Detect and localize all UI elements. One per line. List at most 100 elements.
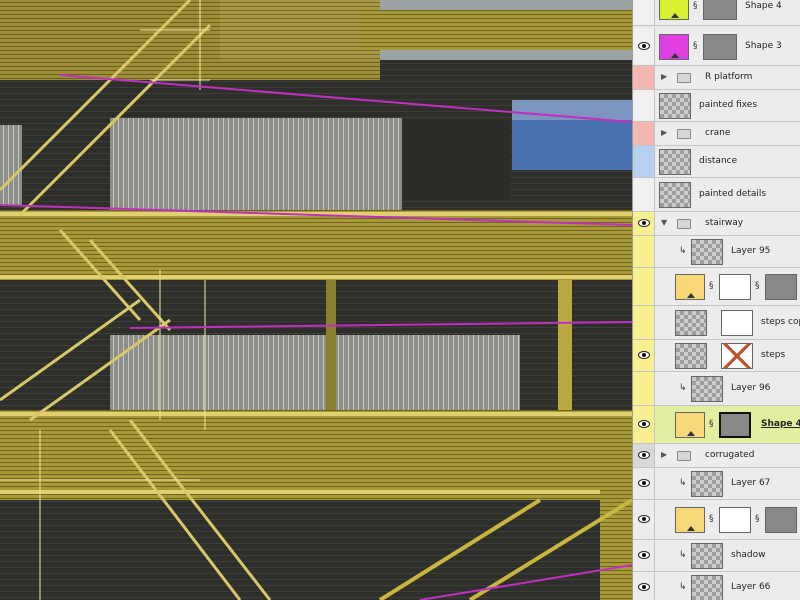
clipping-arrow-icon: ↳ [679,383,687,393]
link-icon: § [709,419,714,429]
layer-row[interactable]: ↳ Layer 67 [633,468,800,500]
layer-mask-thumbnail [721,310,753,336]
disclosure-closed-icon[interactable]: ▶ [661,128,667,137]
layer-row[interactable]: § Shape 3 [633,28,800,66]
visibility-toggle[interactable] [633,122,655,145]
visibility-toggle[interactable] [633,306,655,339]
layer-name: painted details [699,189,767,199]
layer-thumbnail [691,543,723,569]
visibility-toggle[interactable] [633,372,655,405]
visibility-toggle[interactable] [633,340,655,371]
layers-panel: § Shape 4 § Shape 3 ▶ R platform painted fixes… [632,0,800,600]
vector-mask-thumbnail [703,34,737,60]
vector-mask-thumbnail [703,0,737,20]
layer-name: crane [705,128,731,138]
visibility-toggle[interactable] [633,0,655,25]
layer-row[interactable]: § § [633,268,800,306]
visibility-toggle[interactable] [633,236,655,267]
layer-name: Shape 48 [761,419,800,429]
layer-row[interactable]: ↳ shadow [633,540,800,572]
layer-row[interactable]: ▶ corrugated [633,444,800,468]
folder-icon [677,451,691,461]
clipping-arrow-icon: ↳ [679,582,687,592]
visibility-toggle[interactable] [633,406,655,443]
layer-row[interactable]: § § [633,500,800,540]
shape-fill-thumbnail [659,0,689,20]
eye-icon [638,420,650,428]
visibility-toggle[interactable] [633,444,655,467]
layer-thumbnail [659,93,691,119]
fill-layer-thumbnail [675,274,705,300]
link-icon: § [709,514,714,524]
layer-thumbnail [691,376,723,402]
layer-name: Layer 67 [731,478,771,488]
visibility-toggle[interactable] [633,468,655,499]
layer-name: steps cop [761,317,800,327]
layer-thumbnail [691,575,723,600]
link-icon: § [755,514,760,524]
disclosure-closed-icon[interactable]: ▶ [661,450,667,459]
eye-icon [638,451,650,459]
visibility-toggle[interactable] [633,500,655,539]
visibility-toggle[interactable] [633,268,655,305]
canvas-viewport[interactable] [0,0,632,600]
layer-row[interactable]: § Shape 48 [633,406,800,444]
layer-row[interactable]: steps cop [633,306,800,340]
eye-icon [638,515,650,523]
eye-icon [638,479,650,487]
layer-thumbnail [659,182,691,208]
vector-mask-thumbnail [765,507,797,533]
layer-name: painted fixes [699,100,758,110]
visibility-toggle[interactable] [633,212,655,235]
folder-icon [677,129,691,139]
layer-name: Layer 95 [731,246,771,256]
folder-icon [677,219,691,229]
disclosure-open-icon[interactable]: ▼ [661,218,667,227]
link-icon: § [693,41,698,51]
layer-name: shadow [731,550,766,560]
layer-row[interactable]: steps [633,340,800,372]
layer-row[interactable]: painted details [633,178,800,212]
layer-row[interactable]: painted fixes [633,90,800,122]
eye-icon [638,219,650,227]
layer-thumbnail [675,343,707,369]
layer-mask-thumbnail [719,274,751,300]
layer-row[interactable]: ↳ Layer 66 [633,572,800,600]
clipping-arrow-icon: ↳ [679,246,687,256]
layer-thumbnail [691,239,723,265]
layer-name: steps [761,350,786,360]
layer-name: stairway [705,218,744,228]
layer-mask-thumbnail [719,507,751,533]
layer-thumbnail [675,310,707,336]
eye-icon [638,351,650,359]
layer-row[interactable]: ▼ stairway [633,212,800,236]
visibility-toggle[interactable] [633,572,655,600]
eye-icon [638,42,650,50]
layer-name: Shape 4 [745,1,782,11]
layer-name: corrugated [705,450,755,460]
visibility-toggle[interactable] [633,178,655,211]
visibility-toggle[interactable] [633,66,655,89]
layer-name: R platform [705,72,753,82]
disclosure-closed-icon[interactable]: ▶ [661,72,667,81]
clipping-arrow-icon: ↳ [679,478,687,488]
link-icon: § [755,281,760,291]
visibility-toggle[interactable] [633,540,655,571]
layer-name: Layer 66 [731,582,771,592]
layer-row[interactable]: ▶ crane [633,122,800,146]
fill-layer-thumbnail [675,412,705,438]
layer-row[interactable]: ↳ Layer 96 [633,372,800,406]
visibility-toggle[interactable] [633,90,655,121]
link-icon: § [693,1,698,11]
eye-icon [638,583,650,591]
layer-row[interactable]: ▶ R platform [633,66,800,90]
layer-row[interactable]: ↳ Layer 95 [633,236,800,268]
visibility-toggle[interactable] [633,146,655,177]
vector-mask-thumbnail [765,274,797,300]
layer-mask-thumbnail [721,343,753,369]
layer-row[interactable]: § Shape 4 [633,0,800,26]
layer-row[interactable]: distance [633,146,800,178]
shape-fill-thumbnail [659,34,689,60]
visibility-toggle[interactable] [633,28,655,65]
layer-name: Shape 3 [745,41,782,51]
